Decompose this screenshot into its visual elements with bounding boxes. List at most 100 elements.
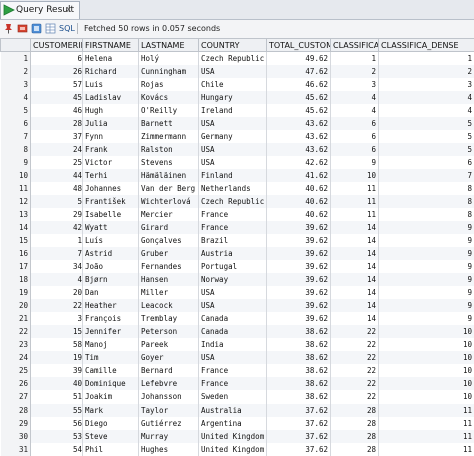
lastname-cell[interactable]: Ralston [138,143,199,157]
table-row[interactable]: 29 56 Diego Gutiérrez Argentina 37.62 28 11 [0,416,474,430]
refresh-icon[interactable] [31,23,42,34]
country-cell[interactable]: Brazil [198,234,267,248]
table-row[interactable]: 5 46 Hugh O'Reilly Ireland 45.62 4 4 [0,104,474,118]
total-customer-cell[interactable]: 47.62 [266,65,331,79]
column-header-firstname[interactable]: FIRSTNAME [82,38,139,52]
classifica-cell[interactable]: 28 [330,429,379,443]
classifica-cell[interactable]: 14 [330,299,379,313]
classifica-dense-cell[interactable]: 9 [378,273,474,287]
classifica-cell[interactable]: 22 [330,390,379,404]
country-cell[interactable]: USA [198,65,267,79]
close-icon[interactable]: x [66,2,71,18]
total-customer-cell[interactable]: 38.62 [266,325,331,339]
country-cell[interactable]: Finland [198,169,267,183]
lastname-cell[interactable]: Hämäläinen [138,169,199,183]
customerid-cell[interactable]: 58 [30,338,83,352]
lastname-cell[interactable]: Pareek [138,338,199,352]
classifica-cell[interactable]: 11 [330,195,379,209]
total-customer-cell[interactable]: 37.62 [266,442,331,456]
customerid-cell[interactable]: 54 [30,442,83,456]
lastname-cell[interactable]: Tremblay [138,312,199,326]
column-header-country[interactable]: COUNTRY [198,38,267,52]
classifica-cell[interactable]: 3 [330,78,379,92]
country-cell[interactable]: Germany [198,130,267,144]
classifica-dense-cell[interactable]: 11 [378,416,474,430]
customerid-cell[interactable]: 37 [30,130,83,144]
firstname-cell[interactable]: Camille [82,364,139,378]
country-cell[interactable]: Canada [198,312,267,326]
customerid-cell[interactable]: 44 [30,169,83,183]
firstname-cell[interactable]: Frank [82,143,139,157]
lastname-cell[interactable]: O'Reilly [138,104,199,118]
lastname-cell[interactable]: Barnett [138,117,199,131]
country-cell[interactable]: Canada [198,325,267,339]
lastname-cell[interactable]: Gruber [138,247,199,261]
total-customer-cell[interactable]: 49.62 [266,51,331,66]
total-customer-cell[interactable]: 39.62 [266,299,331,313]
total-customer-cell[interactable]: 42.62 [266,156,331,170]
classifica-dense-cell[interactable]: 11 [378,442,474,456]
country-cell[interactable]: Norway [198,273,267,287]
table-row[interactable]: 6 28 Julia Barnett USA 43.62 6 5 [0,117,474,131]
firstname-cell[interactable]: Manoj [82,338,139,352]
classifica-dense-cell[interactable]: 8 [378,208,474,222]
firstname-cell[interactable]: Dominique [82,377,139,391]
classifica-cell[interactable]: 14 [330,286,379,300]
customerid-cell[interactable]: 34 [30,260,83,274]
customerid-cell[interactable]: 53 [30,429,83,443]
country-cell[interactable]: France [198,377,267,391]
total-customer-cell[interactable]: 39.62 [266,247,331,261]
total-customer-cell[interactable]: 43.62 [266,117,331,131]
classifica-cell[interactable]: 11 [330,182,379,196]
classifica-dense-cell[interactable]: 9 [378,234,474,248]
classifica-cell[interactable]: 14 [330,312,379,326]
firstname-cell[interactable]: Richard [82,65,139,79]
classifica-dense-cell[interactable]: 6 [378,156,474,170]
firstname-cell[interactable]: Terhi [82,169,139,183]
lastname-cell[interactable]: Hughes [138,442,199,456]
lastname-cell[interactable]: Girard [138,221,199,235]
customerid-cell[interactable]: 56 [30,416,83,430]
firstname-cell[interactable]: Fynn [82,130,139,144]
customerid-cell[interactable]: 20 [30,286,83,300]
table-row[interactable]: 15 1 Luís Gonçalves Brazil 39.62 14 9 [0,234,474,248]
classifica-cell[interactable]: 11 [330,208,379,222]
table-row[interactable]: 31 54 Phil Hughes United Kingdom 37.62 28 11 [0,442,474,456]
customerid-cell[interactable]: 57 [30,78,83,92]
total-customer-cell[interactable]: 39.62 [266,312,331,326]
classifica-cell[interactable]: 28 [330,403,379,417]
table-row[interactable]: 23 58 Manoj Pareek India 38.62 22 10 [0,338,474,352]
table-row[interactable]: 21 3 François Tremblay Canada 39.62 14 9 [0,312,474,326]
classifica-cell[interactable]: 22 [330,364,379,378]
firstname-cell[interactable]: Hugh [82,104,139,118]
classifica-dense-cell[interactable]: 2 [378,65,474,79]
country-cell[interactable]: Australia [198,403,267,417]
country-cell[interactable]: India [198,338,267,352]
firstname-cell[interactable]: Bjørn [82,273,139,287]
customerid-cell[interactable]: 39 [30,364,83,378]
total-customer-cell[interactable]: 40.62 [266,182,331,196]
classifica-dense-cell[interactable]: 5 [378,117,474,131]
firstname-cell[interactable]: Dan [82,286,139,300]
column-header-lastname[interactable]: LASTNAME [138,38,199,52]
lastname-cell[interactable]: Stevens [138,156,199,170]
customerid-cell[interactable]: 40 [30,377,83,391]
firstname-cell[interactable]: Wyatt [82,221,139,235]
table-row[interactable]: 24 19 Tim Goyer USA 38.62 22 10 [0,351,474,365]
classifica-cell[interactable]: 22 [330,325,379,339]
lastname-cell[interactable]: Van der Berg [138,182,199,196]
column-header-classifica[interactable]: CLASSIFICA [330,38,379,52]
pin-icon[interactable] [3,23,14,34]
classifica-dense-cell[interactable]: 11 [378,403,474,417]
tab-query-result[interactable]: Query Result x [0,1,80,19]
total-customer-cell[interactable]: 37.62 [266,403,331,417]
lastname-cell[interactable]: Leacock [138,299,199,313]
classifica-dense-cell[interactable]: 9 [378,247,474,261]
total-customer-cell[interactable]: 38.62 [266,338,331,352]
total-customer-cell[interactable]: 37.62 [266,416,331,430]
classifica-dense-cell[interactable]: 10 [378,390,474,404]
total-customer-cell[interactable]: 40.62 [266,208,331,222]
total-customer-cell[interactable]: 46.62 [266,78,331,92]
country-cell[interactable]: France [198,364,267,378]
total-customer-cell[interactable]: 43.62 [266,143,331,157]
